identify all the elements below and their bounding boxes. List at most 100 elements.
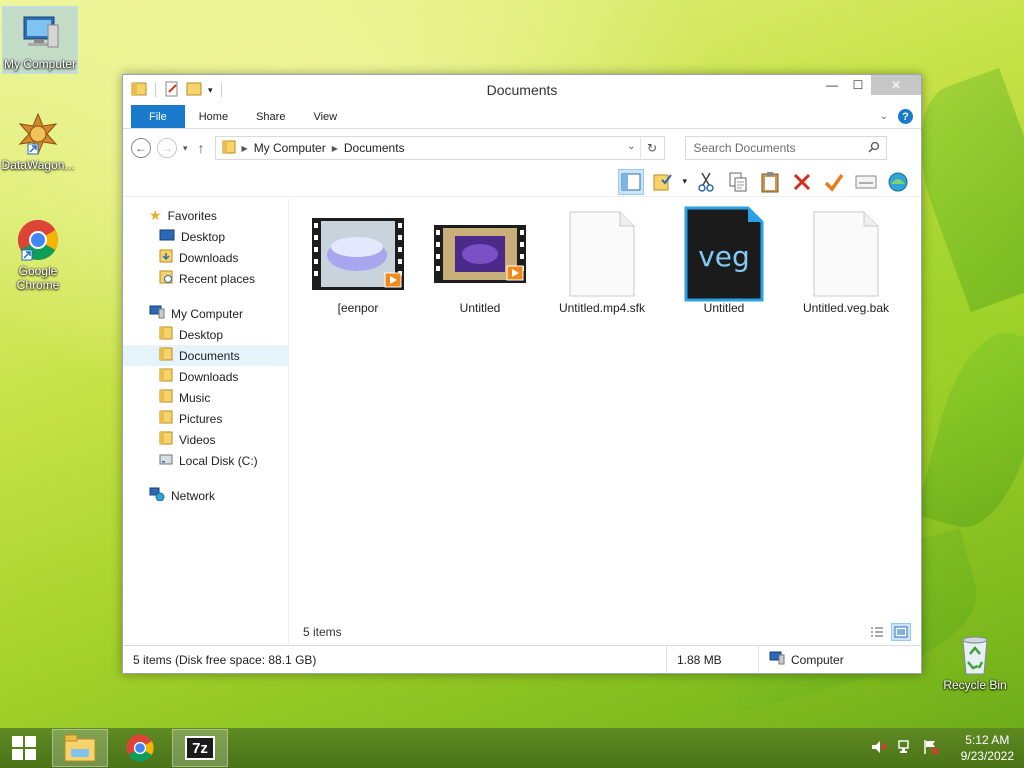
file-item[interactable]: Untitled.veg.bak [785,207,907,315]
start-button[interactable] [0,728,48,768]
nav-computer-local-disk[interactable]: Local Disk (C:) [123,450,288,471]
nav-favorites-downloads[interactable]: Downloads [123,247,288,268]
tab-file[interactable]: File [131,105,185,128]
nav-group-favorites: ★ Favorites Desktop Downloads Recent pla… [123,205,288,289]
folder-icon [159,347,173,364]
nav-label: Pictures [179,411,223,426]
recent-locations-icon[interactable]: ▾ [183,143,188,154]
nav-favorites-recent-places[interactable]: Recent places [123,268,288,289]
details-view-button[interactable] [867,623,887,641]
file-name: Untitled [459,301,501,315]
main-area: ★ Favorites Desktop Downloads Recent pla… [123,199,921,645]
taskbar-chrome[interactable] [112,729,168,767]
computer-icon [769,651,785,668]
address-bar[interactable]: ▶ My Computer ▶ Documents ⌄ ↻ [214,136,665,160]
forward-arrow-icon: → [161,141,173,155]
taskbar-7zip[interactable]: 7z [172,729,228,767]
desktop-icon-recycle-bin[interactable]: Recycle Bin [936,628,1014,692]
paste-button[interactable] [757,169,783,195]
nav-computer-pictures[interactable]: Pictures [123,408,288,429]
breadcrumb-separator-icon[interactable]: ▶ [332,144,338,153]
rename-button[interactable] [821,169,847,195]
downloads-folder-icon [159,249,173,266]
file-item[interactable]: [eenpor [297,207,419,315]
search-input[interactable] [693,141,854,155]
nav-computer-downloads[interactable]: Downloads [123,366,288,387]
preview-pane-icon [621,173,641,190]
volume-muted-icon[interactable] [871,739,887,758]
desktop-icon-chrome[interactable]: Google Chrome [0,214,76,292]
breadcrumb-separator-icon[interactable]: ▶ [242,144,248,153]
search-icon[interactable] [868,141,880,156]
taskbar-clock[interactable]: 5:12 AM 9/23/2022 [961,732,1014,764]
nav-computer-desktop[interactable]: Desktop [123,324,288,345]
datawagon-icon [16,112,60,156]
desktop-icon-my-computer[interactable]: My Computer [2,6,78,74]
nav-label: Desktop [181,229,226,244]
up-arrow-icon[interactable]: ↑ [198,140,205,156]
desktop-icon-datawagon[interactable]: DataWagon... [0,108,76,172]
breadcrumb-my-computer[interactable]: My Computer [254,141,326,155]
close-button[interactable]: ✕ [871,75,921,95]
nav-label: Local Disk (C:) [179,453,258,468]
explorer-window[interactable]: ▾ Documents — ☐ ✕ File Home Share View ⌄… [122,74,922,674]
navigation-pane[interactable]: ★ Favorites Desktop Downloads Recent pla… [123,199,289,645]
windows-logo-icon [12,736,36,760]
folder-icon [159,326,173,343]
checkmark-icon [824,173,844,192]
folder-icon [222,140,236,157]
large-icons-view-button[interactable] [891,623,911,641]
back-button[interactable]: ← [131,138,151,158]
title-bar[interactable]: ▾ Documents — ☐ ✕ [123,75,921,105]
clipboard-icon [761,171,779,192]
file-name: Untitled.veg.bak [802,301,890,315]
nav-computer-videos[interactable]: Videos [123,429,288,450]
copy-button[interactable] [725,169,751,195]
taskbar-file-explorer[interactable] [52,729,108,767]
dropdown-arrow-icon[interactable]: ▾ [682,176,687,187]
blank-document-icon [541,207,663,301]
tab-share[interactable]: Share [242,105,299,128]
chrome-icon [16,218,60,262]
file-item[interactable]: veg Untitled [663,206,785,315]
nav-label: Recent places [179,271,256,286]
folder-options-button[interactable] [650,169,676,195]
nav-computer-documents[interactable]: Documents [123,345,288,366]
veg-icon-text: veg [698,240,750,273]
window-title: Documents [486,82,558,98]
file-list-pane[interactable]: [eenpor Untitled Untitled.mp4.sfk veg Un… [289,199,921,645]
window-controls: — ☐ ✕ [819,75,921,95]
breadcrumb-documents[interactable]: Documents [344,141,405,155]
maximize-button[interactable]: ☐ [845,75,871,95]
delete-button[interactable] [789,169,815,195]
network-globe-button[interactable] [885,169,911,195]
hard-drive-icon [159,452,173,469]
nav-my-computer[interactable]: My Computer [123,303,288,324]
file-item[interactable]: Untitled [419,207,541,315]
minimize-button[interactable]: — [819,75,845,95]
computer-icon [149,305,165,322]
refresh-icon: ↻ [647,141,658,155]
tab-home[interactable]: Home [185,105,242,128]
folder-icon [159,368,173,385]
nav-network[interactable]: Network [123,485,288,506]
close-icon: ✕ [890,78,902,92]
network-status-icon[interactable] [897,739,913,758]
minimize-icon: — [826,78,838,92]
action-center-flag-icon[interactable] [923,739,939,758]
nav-favorites[interactable]: ★ Favorites [123,205,288,226]
nav-favorites-desktop[interactable]: Desktop [123,226,288,247]
preview-pane-button[interactable] [618,168,645,195]
expand-ribbon-icon[interactable]: ⌄ [880,111,888,122]
help-icon[interactable]: ? [898,109,913,124]
tab-view[interactable]: View [299,105,351,128]
refresh-button[interactable]: ↻ [639,137,664,159]
search-box[interactable] [684,136,887,160]
address-dropdown-icon[interactable]: ⌄ [627,141,635,152]
nav-computer-music[interactable]: Music [123,387,288,408]
properties-button[interactable] [853,169,879,195]
file-item[interactable]: Untitled.mp4.sfk [541,207,663,315]
video-thumbnail-icon [419,207,541,301]
forward-button[interactable]: → [157,138,177,158]
cut-button[interactable] [693,169,719,195]
